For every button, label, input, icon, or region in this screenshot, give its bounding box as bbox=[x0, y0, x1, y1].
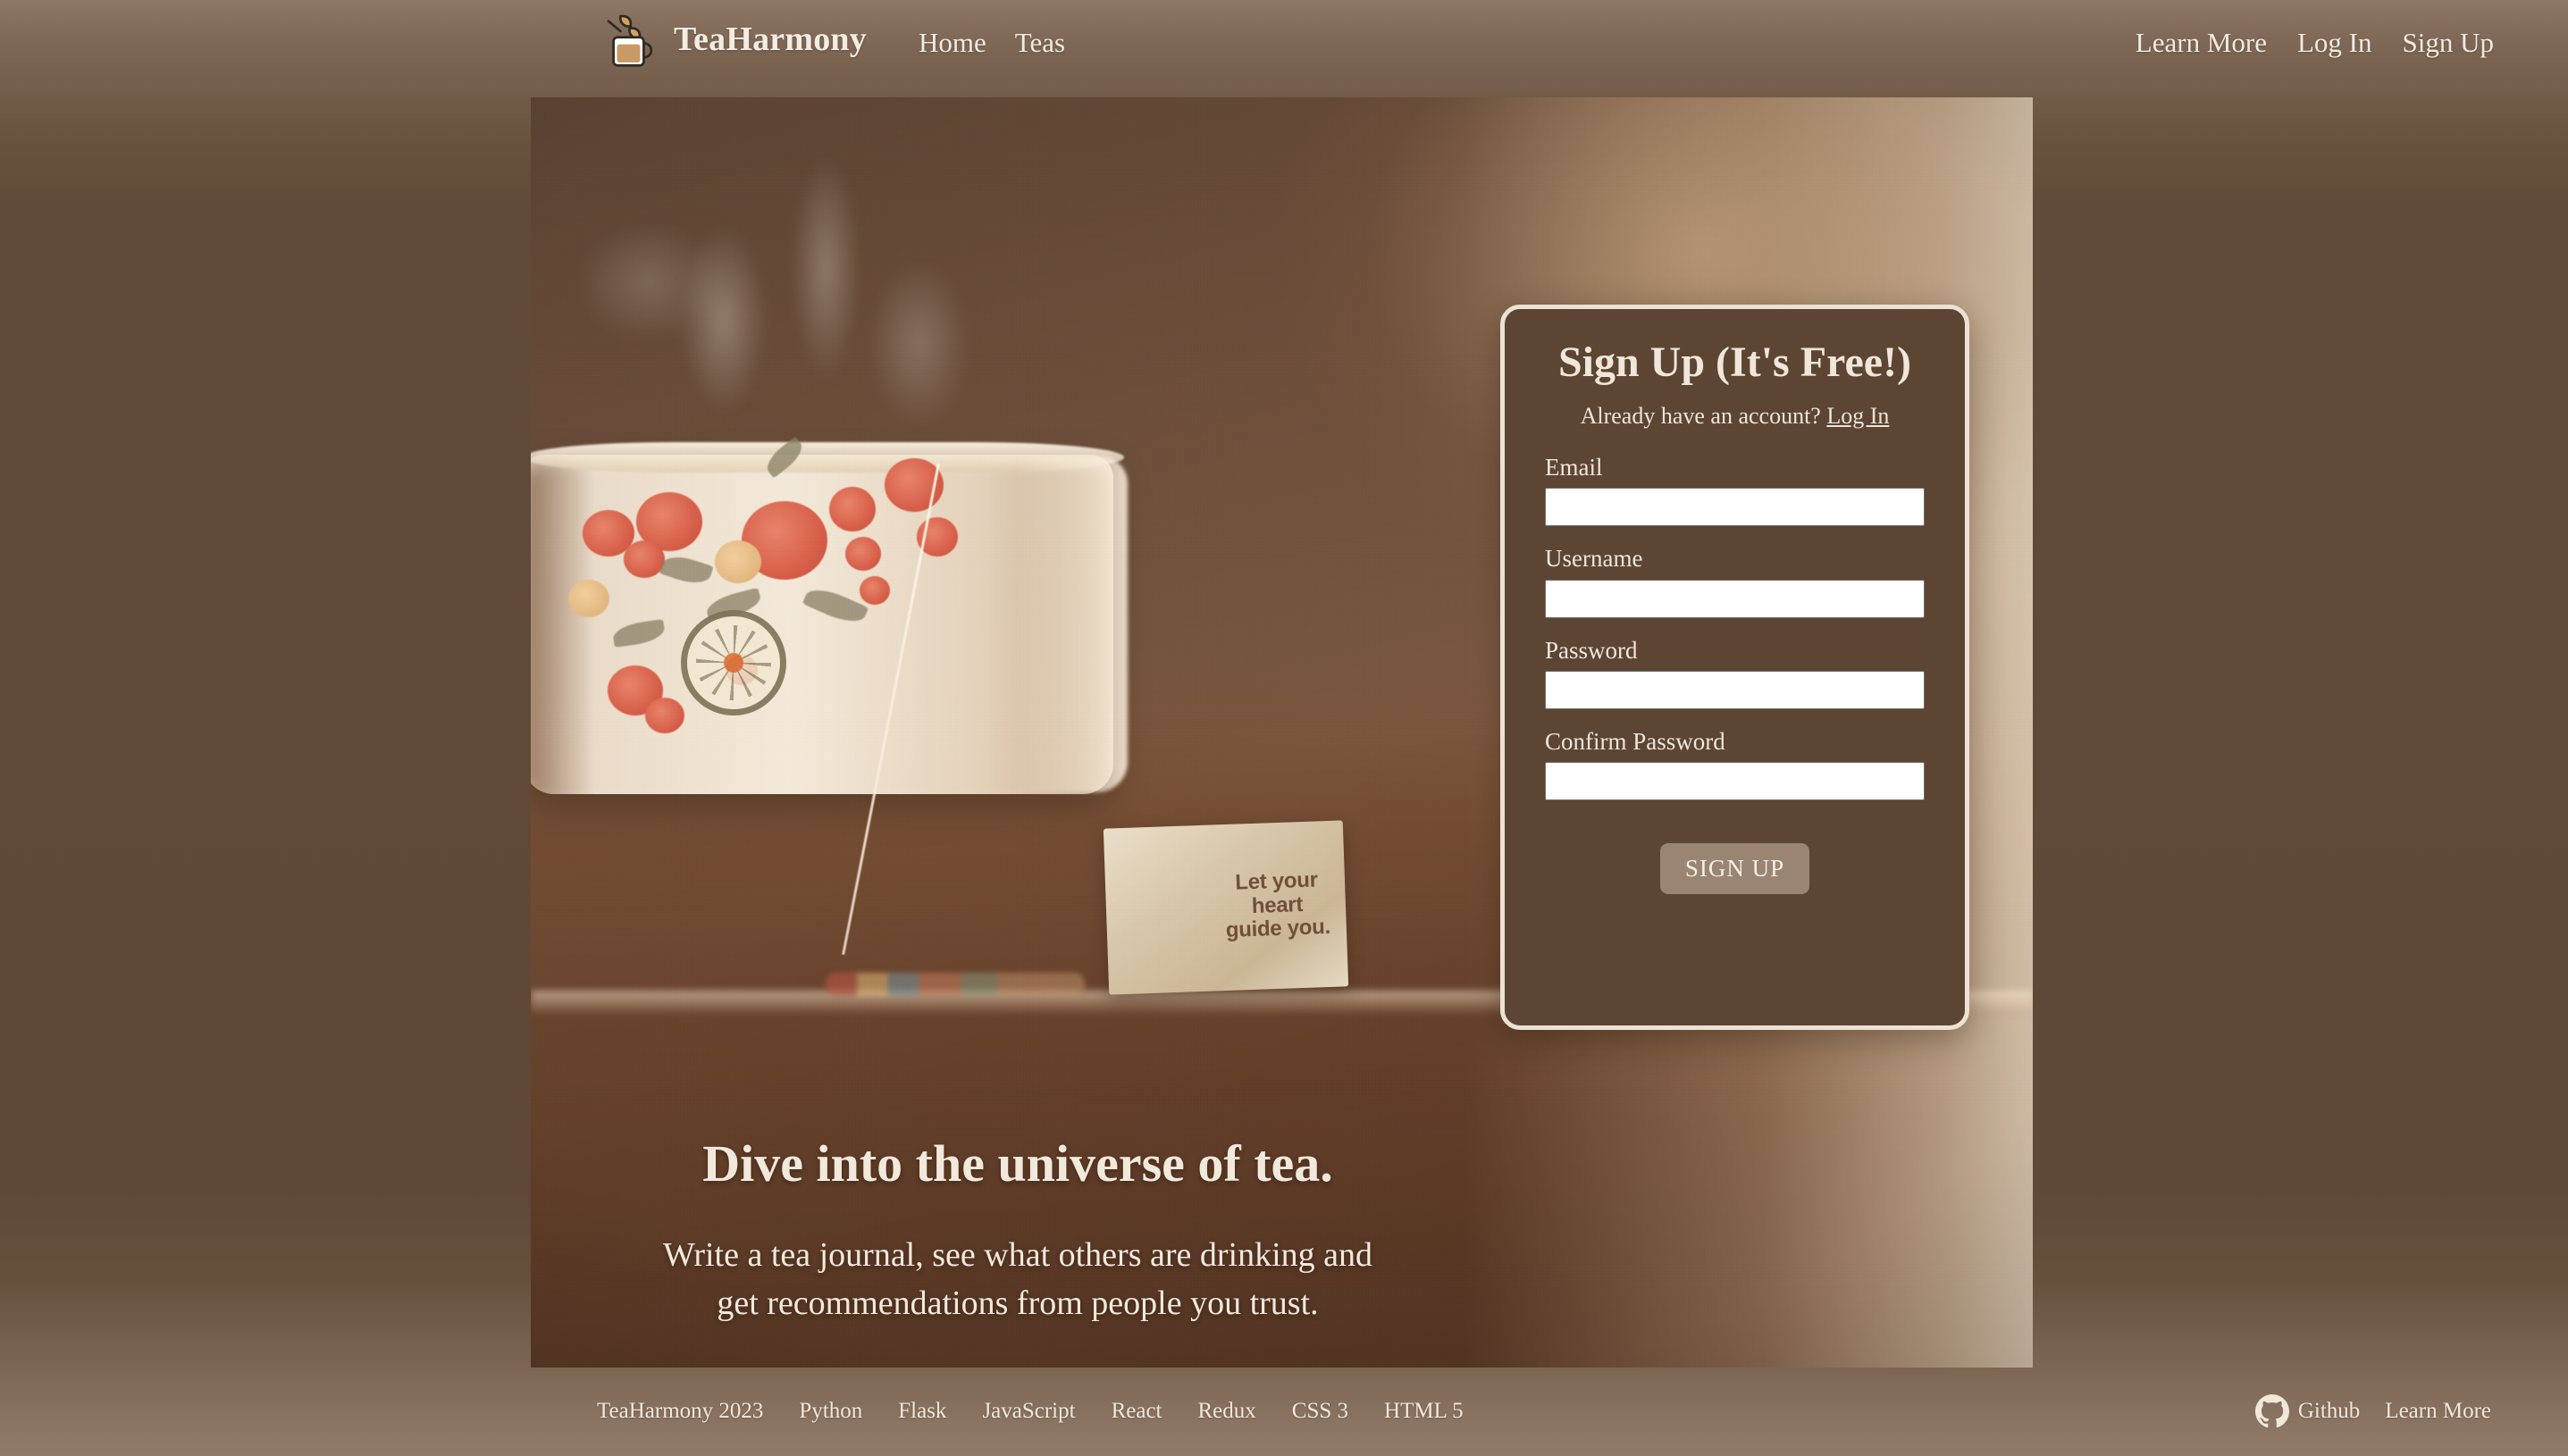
tea-cup-leaf-icon bbox=[607, 14, 653, 67]
footer-link-react[interactable]: React bbox=[1112, 1399, 1162, 1424]
username-field[interactable] bbox=[1545, 579, 1925, 618]
hero-subtitle-line-1: Write a tea journal, see what others are… bbox=[662, 1235, 1373, 1274]
hero-title: Dive into the universe of tea. bbox=[702, 1134, 1333, 1192]
username-label: Username bbox=[1545, 545, 1643, 573]
footer-link-learn-more[interactable]: Learn More bbox=[2385, 1399, 2491, 1424]
footer-tech-list: TeaHarmony 2023 Python Flask JavaScript … bbox=[597, 1399, 1464, 1424]
email-field[interactable] bbox=[1545, 488, 1925, 527]
account-nav: Learn More Log In Sign Up bbox=[2136, 27, 2494, 59]
footer-copyright: TeaHarmony 2023 bbox=[597, 1399, 764, 1423]
hero-copy: Dive into the universe of tea. Write a t… bbox=[531, 1134, 1505, 1328]
signup-login-prompt: Already have an account? Log In bbox=[1545, 403, 1925, 430]
footer-links: Github Learn More bbox=[2254, 1394, 2491, 1428]
footer-link-javascript[interactable]: JavaScript bbox=[982, 1399, 1075, 1424]
already-have-account-text: Already have an account? bbox=[1580, 402, 1821, 429]
password-field-group: Password bbox=[1545, 636, 1925, 709]
hero-subtitle: Write a tea journal, see what others are… bbox=[531, 1232, 1505, 1328]
confirm-password-label: Confirm Password bbox=[1545, 727, 1725, 755]
footer-link-redux[interactable]: Redux bbox=[1198, 1399, 1256, 1424]
nav-link-learn-more[interactable]: Learn More bbox=[2136, 27, 2267, 59]
github-link[interactable]: Github bbox=[2254, 1394, 2361, 1428]
nav-link-home[interactable]: Home bbox=[919, 27, 986, 59]
brand-name: TeaHarmony bbox=[674, 21, 867, 58]
confirm-password-field[interactable] bbox=[1545, 762, 1925, 801]
nav-link-log-in[interactable]: Log In bbox=[2297, 27, 2372, 59]
nav-link-sign-up[interactable]: Sign Up bbox=[2403, 27, 2495, 59]
login-link[interactable]: Log In bbox=[1826, 403, 1889, 429]
footer-link-css3[interactable]: CSS 3 bbox=[1292, 1399, 1348, 1424]
sign-up-button[interactable]: SIGN UP bbox=[1659, 843, 1810, 895]
hero-subtitle-line-2: get recommendations from people you trus… bbox=[717, 1284, 1319, 1322]
primary-nav: Home Teas bbox=[919, 27, 1065, 59]
password-field[interactable] bbox=[1545, 670, 1925, 709]
password-label: Password bbox=[1545, 636, 1638, 664]
submit-row: SIGN UP bbox=[1545, 843, 1925, 895]
github-label: Github bbox=[2297, 1399, 2361, 1423]
email-label: Email bbox=[1545, 453, 1603, 481]
nav-link-teas[interactable]: Teas bbox=[1015, 27, 1065, 59]
username-field-group: Username bbox=[1545, 544, 1925, 618]
signup-title: Sign Up (It's Free!) bbox=[1557, 339, 1912, 386]
site-footer: TeaHarmony 2023 Python Flask JavaScript … bbox=[0, 1367, 2568, 1456]
site-header: TeaHarmony Home Teas Learn More Log In S… bbox=[0, 0, 2568, 97]
confirm-password-field-group: Confirm Password bbox=[1545, 727, 1925, 801]
brand-logo-group[interactable]: TeaHarmony bbox=[600, 7, 867, 71]
signup-panel: Sign Up (It's Free!) Already have an acc… bbox=[1500, 305, 1969, 1030]
footer-link-html5[interactable]: HTML 5 bbox=[1384, 1399, 1464, 1424]
email-field-group: Email bbox=[1545, 453, 1925, 527]
footer-link-flask[interactable]: Flask bbox=[898, 1399, 946, 1424]
github-icon bbox=[2254, 1394, 2289, 1428]
footer-link-python[interactable]: Python bbox=[799, 1399, 862, 1424]
